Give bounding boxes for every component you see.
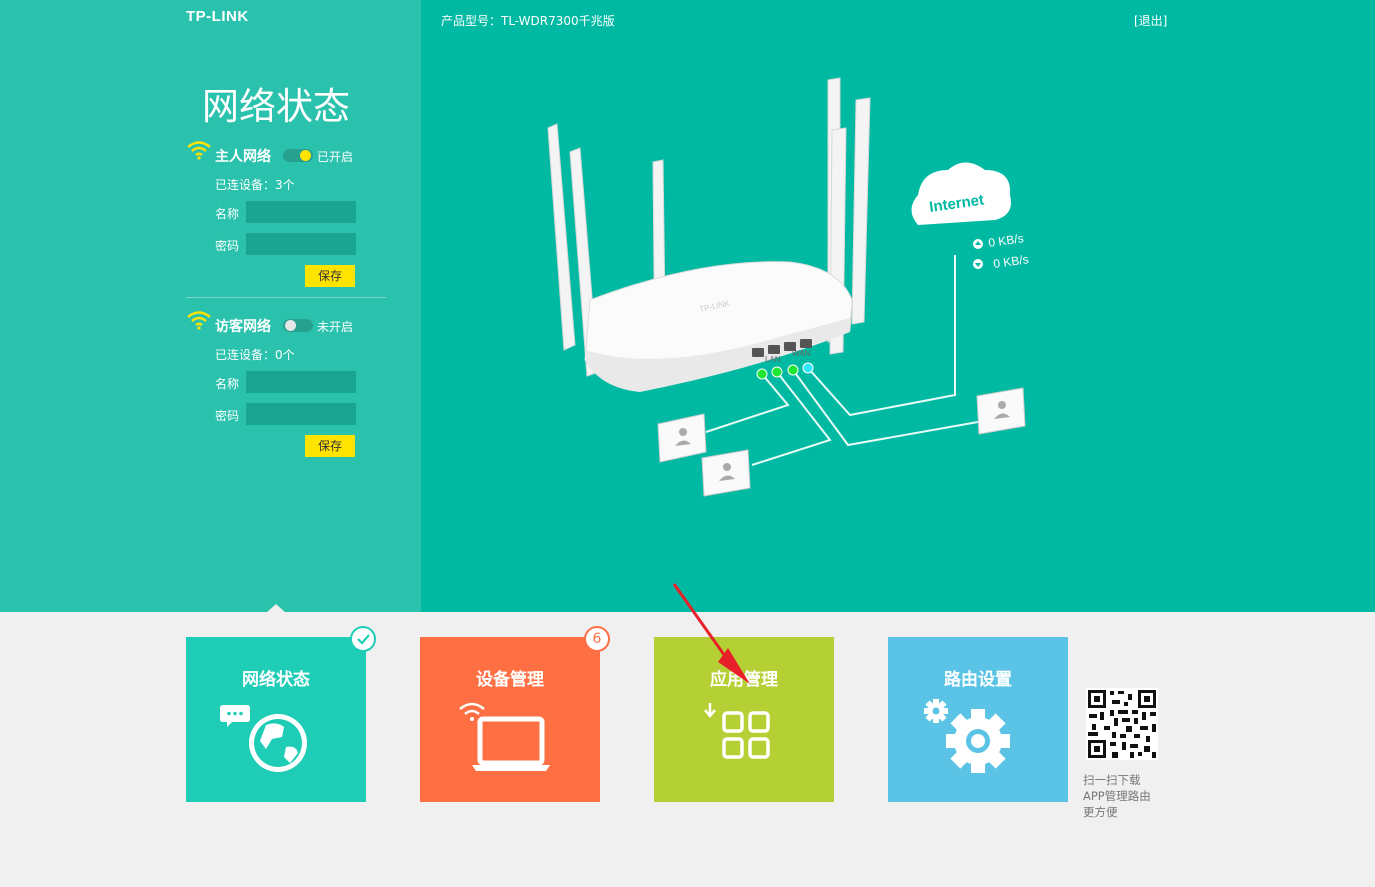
guest-name-label: 名称 xyxy=(215,377,240,391)
download-speed: 0 KB/s xyxy=(992,252,1029,271)
guest-network-section: 访客网络 未开启 已连设备：0个 名称 密码 保存 xyxy=(186,310,386,470)
guest-password-input[interactable] xyxy=(246,403,356,425)
status-check-badge xyxy=(350,626,376,652)
host-name-label: 名称 xyxy=(215,207,240,221)
globe-chat-icon xyxy=(220,705,307,772)
client-device-icon xyxy=(701,449,751,497)
tile-device-management[interactable]: 设备管理 xyxy=(420,637,600,802)
qr-caption: 扫一扫下载 APP管理路由 更方便 xyxy=(1083,772,1173,820)
tile-router-settings[interactable]: 路由设置 xyxy=(888,637,1068,802)
active-tab-pointer xyxy=(266,604,286,613)
gear-icon xyxy=(924,699,1010,773)
host-name-input[interactable] xyxy=(246,201,356,223)
upload-icon xyxy=(973,239,983,249)
host-network-toggle[interactable] xyxy=(283,149,313,162)
guest-network-state: 未开启 xyxy=(317,320,354,334)
tile-label: 网络状态 xyxy=(242,670,310,690)
wan-label: WAN xyxy=(792,349,811,358)
product-model: 产品型号：TL-WDR7300千兆版 xyxy=(441,14,615,28)
guest-save-button[interactable]: 保存 xyxy=(305,435,355,457)
network-diagram: TP-LINK LAN WAN Internet 0 KB/s 0 KB/s xyxy=(547,77,1029,497)
wifi-icon xyxy=(187,141,211,160)
host-password-input[interactable] xyxy=(246,233,356,255)
client-device-icon xyxy=(976,387,1026,435)
qr-caption-line3: 更方便 xyxy=(1083,805,1118,819)
upload-speed: 0 KB/s xyxy=(987,231,1024,250)
app-grid-icon xyxy=(704,703,770,759)
download-icon xyxy=(973,259,983,269)
wifi-icon xyxy=(187,311,211,330)
tile-network-status[interactable]: 网络状态 xyxy=(186,637,366,802)
check-icon xyxy=(357,634,370,645)
host-connected-devices: 已连设备：3个 xyxy=(215,178,295,192)
guest-name-input[interactable] xyxy=(246,371,356,393)
tp-link-logo: TP-LINK xyxy=(186,8,249,25)
client-device-icon xyxy=(657,413,707,463)
host-save-button[interactable]: 保存 xyxy=(305,265,355,287)
host-network-state: 已开启 xyxy=(317,150,354,164)
section-divider xyxy=(186,297,386,298)
lan-label: LAN xyxy=(765,355,781,364)
device-count-badge: 6 xyxy=(584,626,610,652)
qr-caption-line1: 扫一扫下载 xyxy=(1083,773,1141,787)
guest-network-label: 访客网络 xyxy=(215,319,271,335)
qr-code-image xyxy=(1086,688,1158,760)
guest-connected-devices: 已连设备：0个 xyxy=(215,348,295,362)
qr-caption-line2: APP管理路由 xyxy=(1083,789,1151,803)
tile-label: 设备管理 xyxy=(476,670,544,690)
guest-network-toggle[interactable] xyxy=(283,319,313,332)
host-network-label: 主人网络 xyxy=(215,149,271,165)
host-network-section: 主人网络 已开启 已连设备：3个 名称 密码 保存 xyxy=(186,140,386,300)
host-password-label: 密码 xyxy=(215,239,240,253)
panel-title: 网络状态 xyxy=(202,85,350,128)
tile-label: 路由设置 xyxy=(944,670,1012,690)
laptop-wifi-icon xyxy=(459,702,550,771)
guest-password-label: 密码 xyxy=(215,409,240,423)
annotation-arrow xyxy=(672,583,750,684)
logout-link[interactable]: [退出] xyxy=(1134,12,1167,29)
